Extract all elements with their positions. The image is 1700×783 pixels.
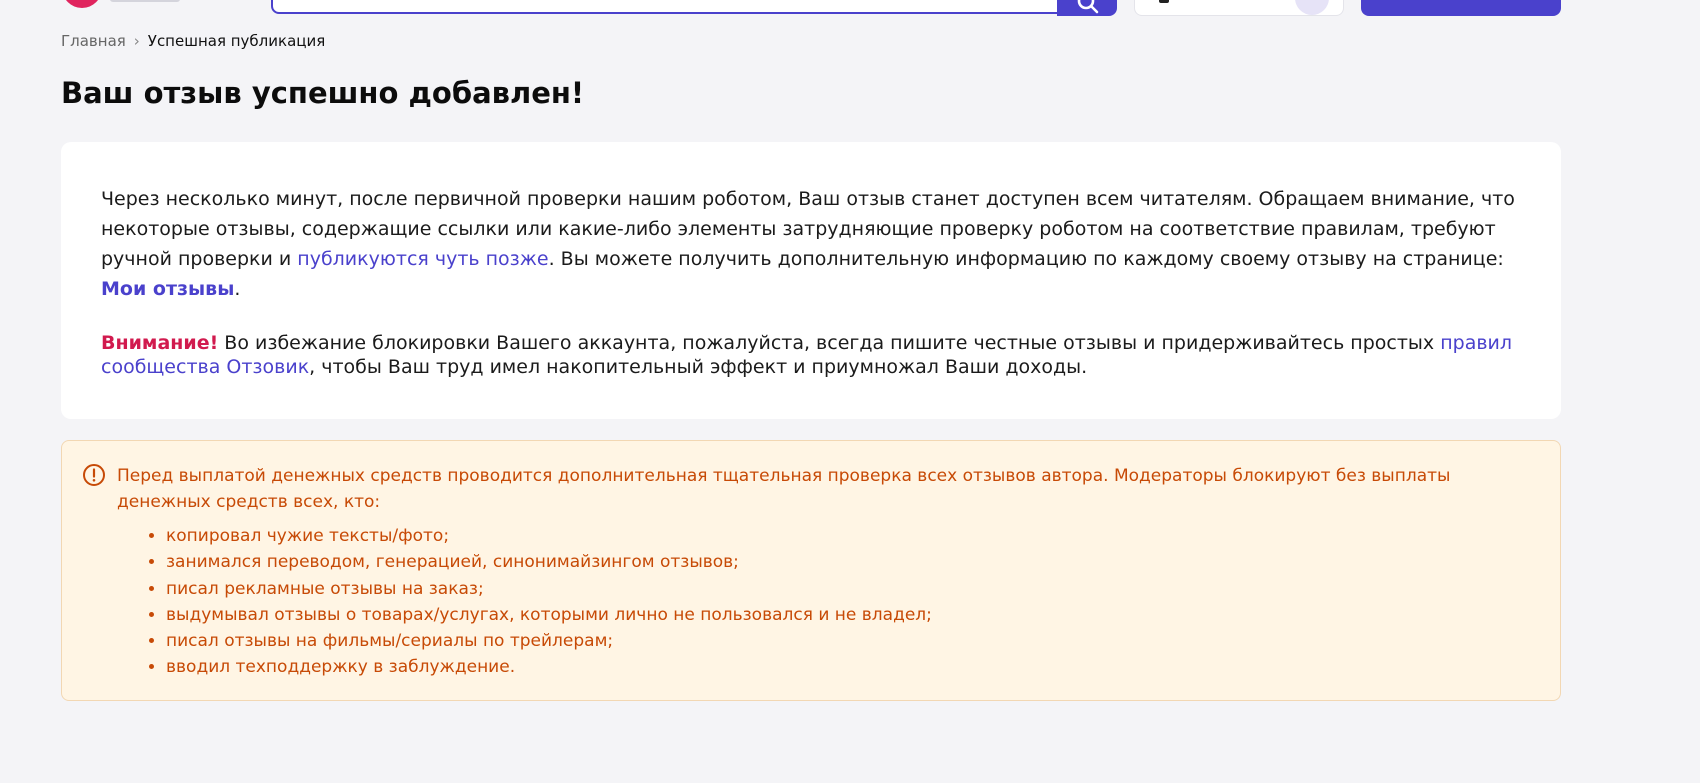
payout-warning-box: Перед выплатой денежных средств проводит… [61,440,1561,701]
user-menu[interactable] [1134,0,1344,16]
breadcrumb: Главная › Успешная публикация [61,32,325,50]
attention-label: Внимание! [101,332,219,354]
list-item: писал рекламные отзывы на заказ; [166,576,932,602]
write-review-button[interactable] [1361,0,1561,16]
site-logo-text[interactable] [110,0,180,2]
list-item: писал отзывы на фильмы/сериалы по трейле… [166,628,932,654]
warning-text: Перед выплатой денежных средств проводит… [117,466,1451,512]
list-item: копировал чужие тексты/фото; [166,523,932,549]
breadcrumb-separator: › [133,32,140,50]
search-input[interactable] [271,0,1059,14]
breadcrumb-current: Успешная публикация [147,32,326,50]
exclamation-circle-icon [83,464,105,486]
info-paragraph: Через несколько минут, после первичной п… [101,184,1521,304]
page-title: Ваш отзыв успешно добавлен! [61,76,585,110]
info-text-end: . [234,278,241,300]
breadcrumb-home-link[interactable]: Главная [61,32,126,50]
warning-list: копировал чужие тексты/фото; занимался п… [142,523,932,681]
site-logo[interactable] [62,0,102,8]
attention-text: Во избежание блокировки Вашего аккаунта,… [218,332,1441,354]
search-button[interactable] [1057,0,1117,16]
avatar[interactable] [1295,0,1329,15]
list-item: выдумывал отзывы о товарах/услугах, кото… [166,602,932,628]
attention-paragraph: Внимание! Во избежание блокировки Вашего… [101,331,1521,379]
info-text-after: . Вы можете получить дополнительную инфо… [548,248,1504,270]
user-balance [1159,0,1169,3]
success-info-card: Через несколько минут, после первичной п… [61,142,1561,419]
published-later-link[interactable]: публикуются чуть позже [297,248,548,270]
search-icon [1077,0,1099,14]
attention-text-after: , чтобы Ваш труд имел накопительный эффе… [309,356,1088,378]
my-reviews-link[interactable]: Мои отзывы [101,278,234,300]
list-item: вводил техподдержку в заблуждение. [166,654,932,680]
list-item: занимался переводом, генерацией, синоним… [166,549,932,575]
